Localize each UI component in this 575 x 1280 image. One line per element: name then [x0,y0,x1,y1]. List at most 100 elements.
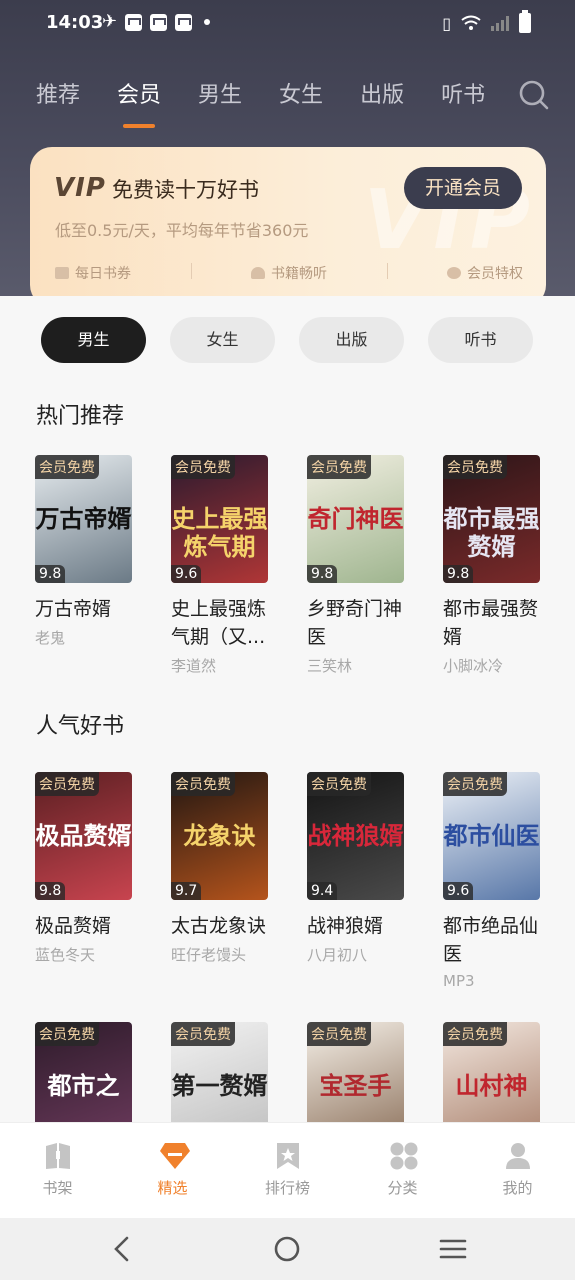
book-cover[interactable]: 史上最强炼气期 会员免费 9.6 [171,455,268,583]
book-cover[interactable]: 战神狼婿 会员免费 9.4 [307,772,404,900]
chip-0[interactable]: 男生 [41,317,146,363]
book-title[interactable]: 史上最强炼气期（又... [171,595,271,651]
cover-art-text: 都市最强赘婿 [443,505,540,561]
member-free-badge: 会员免费 [443,772,507,796]
cover-art-text: 山村神 [455,1072,528,1100]
bottom-nav-ranking[interactable]: 排行榜 [230,1123,345,1218]
book-score: 9.8 [35,882,66,900]
category-chips: 男生 女生 出版 听书 [41,317,533,363]
open-membership-button[interactable]: 开通会员 [404,167,522,209]
book-card[interactable]: 都市最强赘婿 会员免费 9.8 都市最强赘婿 小脚冰冷 [443,455,575,676]
header: 14:03 ✈ ▯ 推荐 会员 男生 女生 出版 听书 VIP VIP 免费读十… [0,0,575,307]
book-author: 蓝色冬天 [35,946,96,964]
tab-2[interactable]: 男生 [198,80,242,120]
cover-art-text: 第一赘婿 [171,1072,268,1100]
book-cover[interactable]: 第一赘婿 会员免费 [171,1022,268,1122]
member-free-badge: 会员免费 [307,455,371,479]
status-bar: 14:03 ✈ ▯ [0,0,575,48]
book-cover[interactable]: 都市最强赘婿 会员免费 9.8 [443,455,540,583]
status-time: 14:03 [46,12,104,33]
book-score: 9.8 [307,565,338,583]
member-free-badge: 会员免费 [443,1022,507,1046]
vip-feature-label: 书籍畅听 [271,266,327,282]
notification-icons: ✈ [102,13,211,31]
vip-logo: VIP [54,173,106,203]
bottom-nav-label: 我的 [502,1179,533,1197]
book-title[interactable]: 战神狼婿 [307,912,407,940]
vip-subtitle: 低至0.5元/天，平均每年节省360元 [55,221,309,240]
divider [386,263,388,279]
book-card[interactable]: 龙象诀 会员免费 9.7 太古龙象诀 旺仔老馒头 [171,772,307,990]
bottom-nav-category[interactable]: 分类 [345,1123,460,1218]
cover-art-text: 史上最强炼气期 [171,505,268,561]
tab-4[interactable]: 出版 [360,80,404,120]
chip-2[interactable]: 出版 [299,317,404,363]
vip-feature-label: 会员特权 [467,266,523,282]
bottom-nav-featured[interactable]: 精选 [115,1123,230,1218]
member-free-badge: 会员免费 [171,455,235,479]
book-title[interactable]: 万古帝婿 [35,595,135,623]
book-card[interactable]: 史上最强炼气期 会员免费 9.6 史上最强炼气期（又... 李道然 [171,455,307,676]
search-icon[interactable] [519,80,549,110]
book-title[interactable]: 乡野奇门神医 [307,595,407,651]
bottom-nav-profile[interactable]: 我的 [460,1123,575,1218]
book-cover[interactable]: 宝圣手 会员免费 [307,1022,404,1122]
section-title-hot: 热门推荐 [36,404,125,429]
vip-feature-coupon[interactable]: 每日书券 [55,263,131,283]
book-score: 9.4 [307,882,338,900]
bottom-nav-bookshelf[interactable]: 书架 [0,1123,115,1218]
top-tabs: 推荐 会员 男生 女生 出版 听书 [36,80,522,120]
vip-banner[interactable]: VIP VIP 免费读十万好书 低至0.5元/天，平均每年节省360元 开通会员… [30,147,546,307]
book-cover[interactable]: 都市之 会员免费 [35,1022,132,1122]
profile-icon [504,1141,532,1171]
chip-3[interactable]: 听书 [428,317,533,363]
tab-1[interactable]: 会员 [117,80,161,120]
book-card[interactable]: 都市之 会员免费 [35,1022,171,1122]
ranking-icon [274,1141,302,1171]
chip-1[interactable]: 女生 [170,317,275,363]
book-card[interactable]: 极品赘婿 会员免费 9.8 极品赘婿蓝色冬天 [35,772,171,990]
vip-feature-audio[interactable]: 书籍畅听 [251,263,327,283]
bottom-nav-label: 精选 [157,1179,188,1197]
divider [190,263,192,279]
tab-3[interactable]: 女生 [279,80,323,120]
mail-icon [175,13,193,31]
tab-0[interactable]: 推荐 [36,80,80,120]
section-title-popular: 人气好书 [36,714,125,739]
book-author: 李道然 [171,657,217,675]
book-card[interactable]: 都市仙医 会员免费 9.6 都市绝品仙医 MP3 [443,772,575,990]
book-cover[interactable]: 都市仙医 会员免费 9.6 [443,772,540,900]
book-card[interactable]: 第一赘婿 会员免费 [171,1022,307,1122]
book-score: 9.7 [171,882,202,900]
more-notifications-icon [204,19,211,25]
book-card[interactable]: 宝圣手 会员免费 [307,1022,443,1122]
book-title[interactable]: 极品赘婿 [35,912,135,940]
book-title[interactable]: 都市绝品仙医 [443,912,543,968]
book-cover[interactable]: 极品赘婿 会员免费 9.8 [35,772,132,900]
book-title[interactable]: 都市最强赘婿 [443,595,543,651]
home-icon[interactable] [274,1236,300,1262]
book-cover[interactable]: 龙象诀 会员免费 9.7 [171,772,268,900]
cover-art-text: 奇门神医 [307,505,404,533]
book-card[interactable]: 万古帝婿 会员免费 9.8 万古帝婿 老鬼 [35,455,171,676]
book-cover[interactable]: 山村神 会员免费 [443,1022,540,1122]
wifi-icon [461,15,481,30]
book-title[interactable]: 太古龙象诀 [171,912,271,940]
bottom-nav-label: 排行榜 [264,1179,310,1197]
book-score: 9.8 [443,565,474,583]
book-cover[interactable]: 奇门神医 会员免费 9.8 [307,455,404,583]
book-card[interactable]: 战神狼婿 会员免费 9.4 战神狼婿 八月初八 [307,772,443,990]
vip-feature-label: 每日书券 [75,266,131,282]
book-author: MP3 [443,972,475,990]
book-card[interactable]: 山村神 会员免费 [443,1022,575,1122]
featured-icon [159,1141,190,1171]
recents-icon[interactable] [439,1238,467,1260]
member-free-badge: 会员免费 [307,1022,371,1046]
vibrate-icon: ▯ [442,13,451,33]
vip-feature-privilege[interactable]: 会员特权 [447,263,523,283]
battery-icon [519,10,531,33]
book-cover[interactable]: 万古帝婿 会员免费 9.8 [35,455,132,583]
tab-5[interactable]: 听书 [441,80,485,120]
book-card[interactable]: 奇门神医 会员免费 9.8 乡野奇门神医 三笑林 [307,455,443,676]
back-icon[interactable] [112,1236,132,1262]
